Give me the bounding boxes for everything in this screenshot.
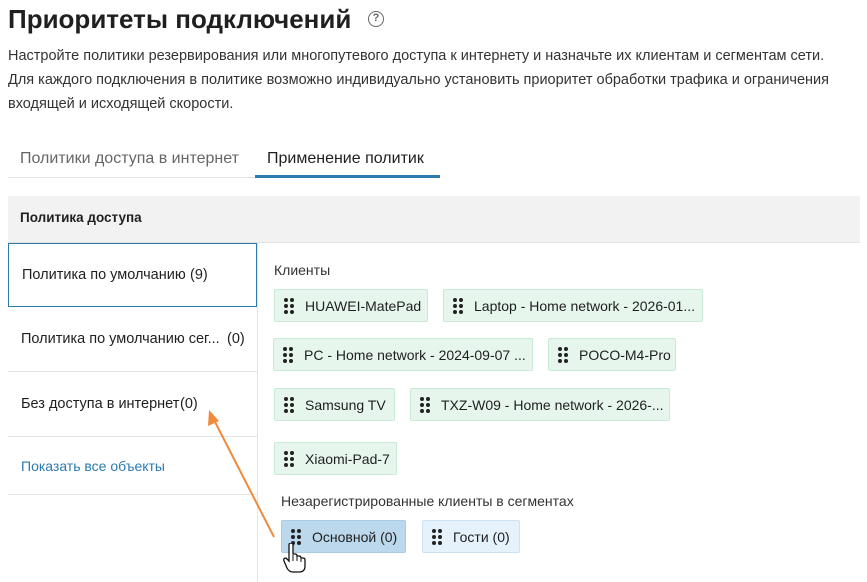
drag-handle-icon[interactable] (284, 397, 294, 413)
segments-label: Незарегистрированные клиенты в сегментах (281, 493, 574, 509)
client-chip-label: HUAWEI-MatePad (305, 298, 422, 314)
drag-handle-icon[interactable] (284, 451, 294, 467)
drag-handle-icon[interactable] (283, 347, 293, 363)
policy-column-header-label: Политика доступа (20, 210, 142, 225)
help-circle-icon[interactable]: ? (368, 11, 384, 27)
policy-item-count: (0) (180, 396, 198, 412)
client-chip[interactable]: Xiaomi-Pad-7 (274, 442, 397, 475)
client-chip[interactable]: PC - Home network - 2024-09-07 ... (273, 338, 533, 371)
client-chip-label: TXZ-W09 - Home network - 2026-... (441, 397, 664, 413)
tab-internet-access-policies[interactable]: Политики доступа в интернет (20, 150, 239, 168)
policy-item-default[interactable]: Политика по умолчанию (9) (8, 243, 257, 307)
drag-handle-icon[interactable] (453, 298, 463, 314)
hand-cursor-icon (283, 543, 306, 573)
policy-item-name: Без доступа в интернет (21, 396, 180, 412)
policy-item-name: Политика по умолчанию (22, 267, 186, 283)
policy-column-header: Политика доступа (8, 196, 860, 243)
client-chip-label: PC - Home network - 2024-09-07 ... (304, 347, 526, 363)
segment-chip-guests[interactable]: Гости (0) (422, 520, 520, 553)
drag-handle-icon[interactable] (420, 397, 430, 413)
segment-chip-label: Гости (0) (453, 529, 510, 545)
policy-item-default-segment[interactable]: Политика по умолчанию сег... (0) (8, 308, 257, 372)
policy-item-count: (9) (190, 267, 208, 283)
drag-handle-icon[interactable] (432, 529, 442, 545)
show-all-link[interactable]: Показать все объекты (8, 438, 257, 495)
page-title: Приоритеты подключений (8, 4, 352, 34)
column-divider (257, 243, 258, 582)
policy-item-no-internet[interactable]: Без доступа в интернет (0) (8, 373, 257, 437)
client-chip[interactable]: POCO-M4-Pro (548, 338, 676, 371)
page-description: Настройте политики резервирования или мн… (8, 48, 830, 112)
policy-item-count: (0) (227, 331, 245, 347)
client-chip[interactable]: TXZ-W09 - Home network - 2026-... (410, 388, 670, 421)
clients-label: Клиенты (274, 262, 331, 278)
drag-handle-icon[interactable] (284, 298, 294, 314)
policy-item-name: Политика по умолчанию сег... (21, 331, 220, 347)
client-chip[interactable]: Samsung TV (274, 388, 395, 421)
client-chip[interactable]: Laptop - Home network - 2026-01... (443, 289, 703, 322)
client-chip-label: Laptop - Home network - 2026-01... (474, 298, 696, 314)
drag-handle-icon[interactable] (558, 347, 568, 363)
client-chip-label: POCO-M4-Pro (579, 347, 671, 363)
active-tab-indicator (255, 175, 440, 178)
tab-apply-policies[interactable]: Применение политик (267, 150, 424, 168)
client-chip-label: Samsung TV (305, 397, 386, 413)
client-chip[interactable]: HUAWEI-MatePad (274, 289, 428, 322)
client-chip-label: Xiaomi-Pad-7 (305, 451, 390, 467)
tab-bar: Политики доступа в интернет Применение п… (8, 140, 440, 178)
segment-chip-label: Основной (0) (312, 529, 398, 545)
show-all-link-label: Показать все объекты (21, 458, 165, 474)
